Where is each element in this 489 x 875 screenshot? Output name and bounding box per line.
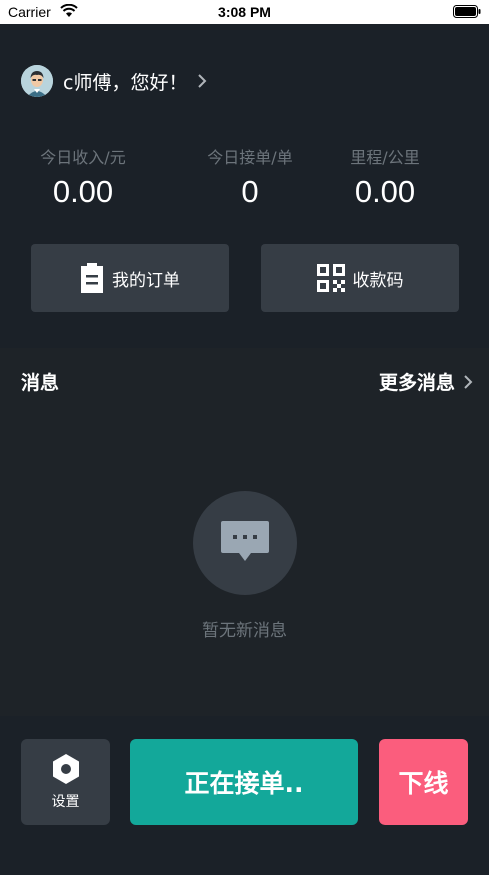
stats-row: 今日收入/元 0.00 今日接单/单 0 里程/公里 0.00 xyxy=(0,146,489,216)
messages-title: 消息 xyxy=(21,372,60,394)
stat-value: 0.00 xyxy=(354,174,416,209)
settings-button[interactable]: 设置 xyxy=(21,739,110,825)
dashboard-panel: c师傅，您好！ 今日收入/元 0.00 今日接单/单 0 里程/公里 0.00 xyxy=(0,24,489,348)
settings-label: 设置 xyxy=(51,794,80,810)
stat-mileage: 里程/公里 0.00 xyxy=(305,146,465,210)
accepting-orders-button[interactable]: 正在接单.. xyxy=(130,739,358,825)
chevron-right-icon xyxy=(464,374,473,389)
payment-code-label: 收款码 xyxy=(352,270,404,291)
status-bar: Carrier 3:08 PM xyxy=(0,0,489,24)
more-messages-link[interactable]: 更多消息 xyxy=(379,368,473,395)
stat-value: 0.00 xyxy=(52,174,114,209)
empty-messages-badge xyxy=(193,491,297,595)
messages-section: 消息 更多消息 暂无新消息 xyxy=(0,348,489,716)
clipboard-icon xyxy=(80,263,104,293)
status-time: 3:08 PM xyxy=(218,4,271,20)
profile-greeting[interactable]: c师傅，您好！ xyxy=(21,64,207,98)
avatar xyxy=(21,65,53,97)
more-messages-label: 更多消息 xyxy=(378,372,455,394)
payment-code-button[interactable]: 收款码 xyxy=(261,244,459,312)
battery-icon xyxy=(453,5,481,18)
go-offline-button[interactable]: 下线 xyxy=(379,739,468,825)
my-orders-button[interactable]: 我的订单 xyxy=(31,244,229,312)
accepting-orders-label: 正在接单.. xyxy=(184,769,304,798)
chat-bubble-icon xyxy=(221,521,269,561)
go-offline-label: 下线 xyxy=(398,769,449,798)
empty-messages-text: 暂无新消息 xyxy=(202,621,287,641)
qr-code-icon xyxy=(316,264,345,292)
stat-label: 今日收入/元 xyxy=(40,148,126,167)
stat-income: 今日收入/元 0.00 xyxy=(3,146,163,210)
bottom-bar: 设置 正在接单.. 下线 xyxy=(0,716,489,875)
stat-label: 里程/公里 xyxy=(350,148,420,167)
my-orders-label: 我的订单 xyxy=(112,270,180,291)
chevron-right-icon xyxy=(198,74,207,88)
settings-hexagon-icon xyxy=(52,754,79,784)
greeting-text: c师傅，您好！ xyxy=(63,71,188,94)
